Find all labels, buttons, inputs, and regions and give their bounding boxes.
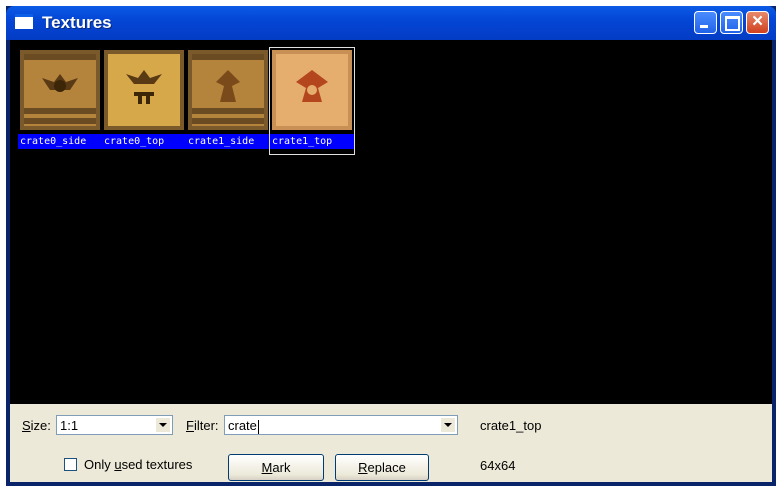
chevron-down-icon[interactable]: [155, 417, 171, 433]
filter-label: Filter:: [186, 418, 219, 433]
close-button[interactable]: ×: [746, 11, 769, 34]
filter-combobox[interactable]: crate: [224, 415, 458, 435]
texture-tile-crate1-top[interactable]: crate1_top: [269, 47, 355, 155]
texture-thumbnail: [188, 50, 268, 130]
maximize-button[interactable]: [720, 11, 743, 34]
texture-dimensions: 64x64: [480, 458, 516, 473]
texture-browser[interactable]: crate0_side crate0_top crate1_side crate…: [10, 40, 772, 404]
texture-tile-crate0-top[interactable]: crate0_top: [102, 48, 186, 154]
skull-emblem-icon: [296, 70, 328, 102]
texture-tile-crate1-side[interactable]: crate1_side: [186, 48, 270, 154]
replace-button[interactable]: Replace: [335, 454, 429, 481]
chevron-down-icon[interactable]: [440, 417, 456, 433]
title-bar[interactable]: Textures ×: [6, 6, 776, 40]
texture-label: crate1_top: [270, 134, 354, 149]
size-dropdown[interactable]: 1:1: [56, 415, 173, 435]
texture-label: crate0_top: [102, 134, 186, 149]
close-icon: ×: [751, 11, 764, 32]
skull-emblem-icon: [126, 70, 162, 104]
minimize-button[interactable]: [694, 11, 717, 34]
window-icon: [15, 14, 33, 29]
texture-tile-crate0-side[interactable]: crate0_side: [18, 48, 102, 154]
textures-window: Textures × crate0_side crate0_top crate1…: [6, 6, 776, 486]
skull-emblem-icon: [42, 74, 78, 92]
texture-thumbnail: [104, 50, 184, 130]
texture-thumbnail: [272, 50, 352, 130]
text-caret: [257, 419, 259, 434]
size-value: 1:1: [60, 418, 79, 433]
texture-toolbar: Size: 1:1 Filter: crate crate1_top Only …: [10, 404, 772, 482]
size-label: Size:: [22, 418, 51, 433]
texture-label: crate0_side: [18, 134, 102, 149]
mark-button[interactable]: Mark: [228, 454, 324, 481]
texture-thumbnail: [20, 50, 100, 130]
only-used-checkbox[interactable]: [64, 458, 77, 471]
window-title: Textures: [42, 13, 112, 32]
skull-emblem-icon: [216, 70, 240, 102]
filter-input[interactable]: crate: [228, 418, 257, 433]
client-area: crate0_side crate0_top crate1_side crate…: [10, 40, 772, 482]
texture-label: crate1_side: [186, 134, 270, 149]
only-used-label[interactable]: Only used textures: [84, 457, 192, 472]
selected-texture-name: crate1_top: [480, 418, 542, 433]
